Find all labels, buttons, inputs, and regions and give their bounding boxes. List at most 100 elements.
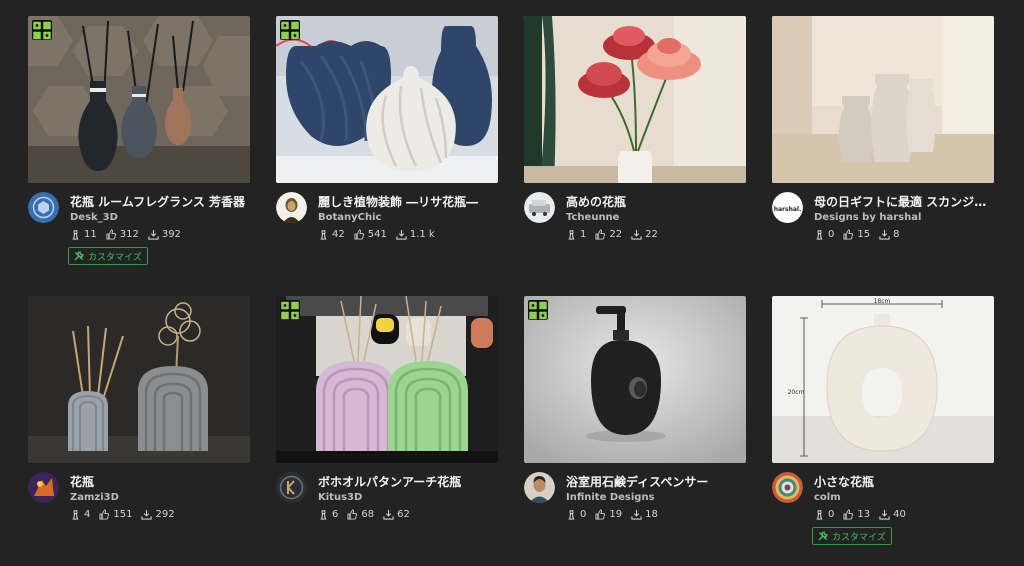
thumbnail-image: 18cm 20cm [772,296,994,463]
model-title[interactable]: 花瓶 [70,473,250,490]
model-thumbnail[interactable] [276,296,498,463]
avatar[interactable] [28,192,59,223]
model-thumbnail[interactable] [276,16,498,183]
avatar[interactable] [772,472,803,503]
model-stats: 0 15 8 [814,229,908,240]
like-count[interactable]: 13 [843,509,870,520]
model-card[interactable]: 麗しき植物装飾 ―リサ花瓶― BotanyChic 42 541 1.1 k [276,16,498,262]
thumbnail-image [276,16,498,183]
avatar[interactable] [276,472,307,503]
thumbs-up-icon [99,509,110,520]
model-card[interactable]: 浴室用石鹸ディスペンサー Infinite Designs 0 19 18 [524,296,746,542]
model-title[interactable]: 麗しき植物装飾 ―リサ花瓶― [318,193,498,210]
author-name[interactable]: Tcheunne [566,212,619,223]
author-name[interactable]: Kitus3D [318,492,362,503]
download-count[interactable]: 292 [141,509,175,520]
like-count[interactable]: 22 [595,229,622,240]
like-count[interactable]: 312 [106,229,139,240]
model-thumbnail[interactable] [772,16,994,183]
model-thumbnail[interactable] [28,16,250,183]
model-title[interactable]: 小さな花瓶 [814,473,994,490]
like-count[interactable]: 151 [99,509,132,520]
author-name[interactable]: Desk_3D [70,212,118,223]
print-count: 4 [70,509,90,520]
model-stats: 0 19 18 [566,509,667,520]
print-count: 1 [566,229,586,240]
model-card[interactable]: 18cm 20cm 小さな花瓶 colm 0 13 40 カスタマイズ [772,296,994,545]
avatar[interactable] [524,472,555,503]
thumbnail-image [524,296,746,463]
download-count[interactable]: 1.1 k [396,229,435,240]
author-name[interactable]: BotanyChic [318,212,381,223]
model-thumbnail[interactable]: 18cm 20cm [772,296,994,463]
model-thumbnail[interactable] [28,296,250,463]
download-icon [383,509,394,520]
customize-button[interactable]: カスタマイズ [68,247,148,265]
model-card[interactable]: 高めの花瓶 Tcheunne 1 22 22 [524,16,746,262]
like-count[interactable]: 15 [843,229,870,240]
thumbs-up-icon [106,229,116,240]
print-count: 0 [566,509,586,520]
download-count[interactable]: 8 [879,229,899,240]
author-name[interactable]: colm [814,492,841,503]
avatar[interactable]: harshal. [772,192,803,223]
like-count[interactable]: 541 [354,229,387,240]
download-icon [879,509,890,520]
avatar[interactable] [28,472,59,503]
model-stats: 4 151 292 [70,509,184,520]
model-stats: 42 541 1.1 k [318,229,444,240]
avatar[interactable] [276,192,307,223]
model-thumbnail[interactable] [524,16,746,183]
print-icon [320,230,327,240]
model-grid: 花瓶 ルームフレグランス 芳香器 Desk_3D 11 312 392 カスタマ… [0,0,1024,566]
download-icon [631,509,642,520]
download-count[interactable]: 392 [148,229,181,240]
model-thumbnail[interactable] [524,296,746,463]
print-icon [320,510,327,520]
download-count[interactable]: 62 [383,509,410,520]
avatar[interactable] [524,192,555,223]
like-count[interactable]: 19 [595,509,622,520]
print-icon [816,510,823,520]
thumbs-up-icon [354,229,364,240]
model-title[interactable]: ボホオルパタンアーチ花瓶 [318,473,498,490]
thumbs-up-icon [843,229,854,240]
model-title[interactable]: 浴室用石鹸ディスペンサー [566,473,746,490]
model-card[interactable]: 花瓶 Zamzi3D 4 151 292 [28,296,250,542]
model-stats: 6 68 62 [318,509,419,520]
thumbnail-image [28,16,250,183]
print-count: 11 [70,229,97,240]
thumbnail-image [276,296,498,463]
print-icon [72,510,79,520]
download-count[interactable]: 22 [631,229,658,240]
svg-text:20cm: 20cm [788,389,805,396]
print-icon [816,230,823,240]
model-card[interactable]: ボホオルパタンアーチ花瓶 Kitus3D 6 68 62 [276,296,498,542]
like-count[interactable]: 68 [347,509,374,520]
print-icon [568,510,575,520]
author-name[interactable]: Infinite Designs [566,492,655,503]
download-icon [879,229,890,240]
author-name[interactable]: Zamzi3D [70,492,119,503]
model-title[interactable]: 高めの花瓶 [566,193,746,210]
model-card[interactable]: 花瓶 ルームフレグランス 芳香器 Desk_3D 11 312 392 カスタマ… [28,16,250,265]
print-icon [568,230,575,240]
download-count[interactable]: 40 [879,509,906,520]
thumbs-up-icon [347,509,358,520]
model-title[interactable]: 花瓶 ルームフレグランス 芳香器 [70,193,250,210]
model-stats: 1 22 22 [566,229,667,240]
model-title[interactable]: 母の日ギフトに最適 スカンジナビ… [814,193,994,210]
customize-button[interactable]: カスタマイズ [812,527,892,545]
svg-text:harshal.: harshal. [774,206,802,213]
print-count: 6 [318,509,338,520]
print-count: 42 [318,229,345,240]
model-card[interactable]: harshal. 母の日ギフトに最適 スカンジナビ… Designs by ha… [772,16,994,262]
author-name[interactable]: Designs by harshal [814,212,921,223]
thumbs-up-icon [595,509,606,520]
maker-badge-icon [280,20,300,40]
thumbs-up-icon [843,509,854,520]
maker-badge-icon [528,300,548,320]
wrench-icon [74,251,84,261]
thumbs-up-icon [595,229,606,240]
download-count[interactable]: 18 [631,509,658,520]
